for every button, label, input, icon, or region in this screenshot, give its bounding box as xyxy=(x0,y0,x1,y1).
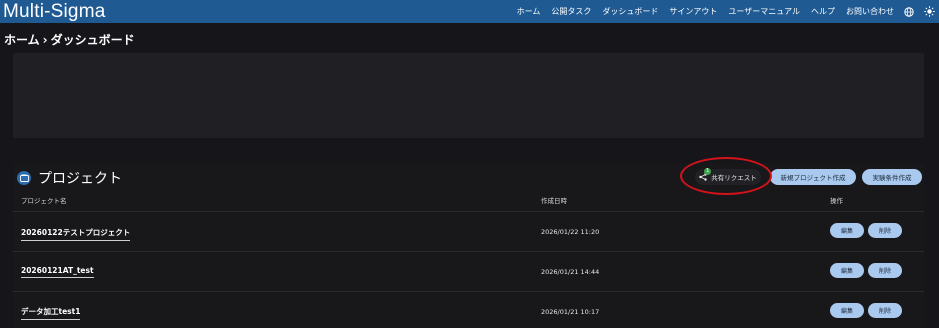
project-name-link[interactable]: 20260122テストプロジェクト xyxy=(21,227,131,241)
project-created-date: 2026/01/22 11:20 xyxy=(541,228,600,236)
create-conditions-button[interactable]: 実験条件作成 xyxy=(862,169,922,185)
row-divider xyxy=(13,251,924,252)
projects-title: プロジェクト xyxy=(38,171,122,187)
column-header-actions: 操作 xyxy=(830,197,843,205)
delete-button[interactable]: 削除 xyxy=(868,263,902,278)
app-logo[interactable]: Multi-Sigma xyxy=(3,0,106,23)
top-navbar: Multi-Sigma ホーム 公開タスク ダッシュボード サインアウト ユーザ… xyxy=(0,0,939,23)
project-name-link[interactable]: 20260121AT_test xyxy=(21,266,94,278)
nav-dashboard[interactable]: ダッシュボード xyxy=(602,6,658,17)
column-header-name: プロジェクト名 xyxy=(21,197,67,205)
nav-home[interactable]: ホーム xyxy=(517,6,541,17)
highlight-annotation-circle xyxy=(680,157,772,195)
edit-button[interactable]: 編集 xyxy=(830,303,864,318)
nav-menu: ホーム 公開タスク ダッシュボード サインアウト ユーザーマニュアル ヘルプ お… xyxy=(506,0,939,23)
breadcrumb-separator: › xyxy=(42,33,48,47)
nav-user-manual[interactable]: ユーザーマニュアル xyxy=(728,6,800,17)
breadcrumb-home[interactable]: ホーム xyxy=(4,33,40,47)
projects-panel xyxy=(13,163,924,328)
dashboard-summary-panel xyxy=(13,53,924,138)
nav-sign-out[interactable]: サインアウト xyxy=(669,6,717,17)
breadcrumb-current: ダッシュボード xyxy=(50,33,135,47)
project-name-link[interactable]: データ加工test1 xyxy=(21,306,81,320)
delete-button[interactable]: 削除 xyxy=(868,223,902,238)
nav-help[interactable]: ヘルプ xyxy=(811,6,835,17)
row-divider xyxy=(13,291,924,292)
sun-icon[interactable] xyxy=(924,6,935,17)
edit-button[interactable]: 編集 xyxy=(830,223,864,238)
breadcrumb: ホーム › ダッシュボード xyxy=(4,31,135,48)
nav-contact[interactable]: お問い合わせ xyxy=(846,6,894,17)
projects-header: プロジェクト xyxy=(17,168,122,188)
delete-button[interactable]: 削除 xyxy=(868,303,902,318)
globe-icon[interactable] xyxy=(904,6,914,17)
edit-button[interactable]: 編集 xyxy=(830,263,864,278)
project-created-date: 2026/01/21 10:17 xyxy=(541,308,600,316)
new-project-button[interactable]: 新規プロジェクト作成 xyxy=(770,169,856,185)
column-header-created: 作成日時 xyxy=(541,197,567,205)
folder-icon xyxy=(17,171,31,185)
project-created-date: 2026/01/21 14:44 xyxy=(541,268,600,276)
row-divider xyxy=(13,211,924,212)
nav-public-tasks[interactable]: 公開タスク xyxy=(551,6,591,17)
